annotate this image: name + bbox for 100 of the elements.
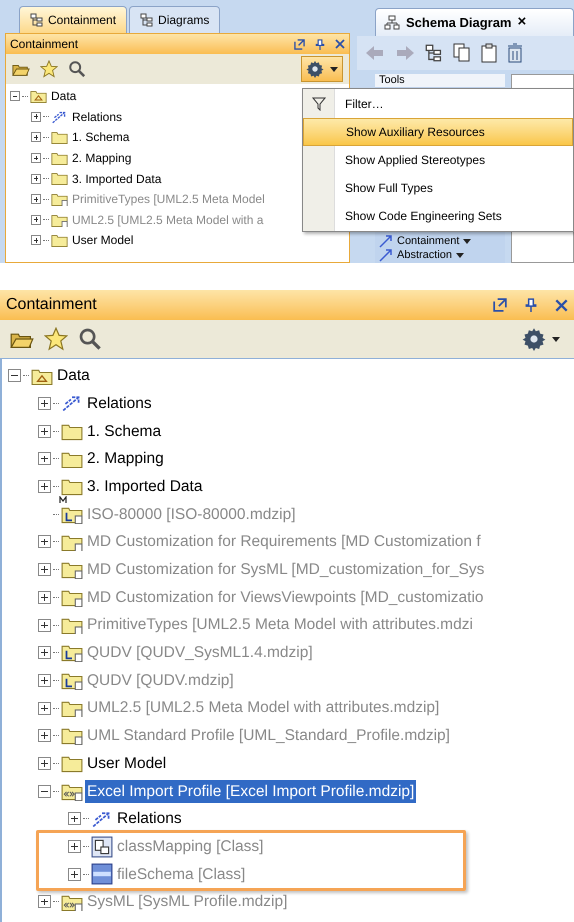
- tree-item[interactable]: MD Customization for SysML [MD_customization_for_Sys: [85, 558, 486, 582]
- tree-item[interactable]: Relations: [115, 807, 184, 830]
- tree-item[interactable]: PrimitiveTypes [UML2.5 Meta Model: [70, 190, 267, 208]
- diagram-tab-title: Schema Diagram: [406, 14, 512, 32]
- package-icon: [31, 366, 53, 386]
- tree-item[interactable]: 1. Schema: [85, 420, 164, 443]
- tree-item[interactable]: classMapping [Class]: [115, 834, 266, 858]
- folder-icon: [61, 754, 83, 773]
- expand-toggle[interactable]: [38, 756, 51, 770]
- menu-item[interactable]: Filter…: [303, 90, 573, 118]
- menu-item[interactable]: Show Auxiliary Resources: [303, 118, 573, 146]
- close-icon[interactable]: [335, 39, 345, 49]
- tree-item[interactable]: ISO-80000 [ISO-80000.mdzip]: [85, 502, 298, 526]
- collapse-toggle[interactable]: [8, 369, 21, 382]
- tree-item[interactable]: 1. Schema: [70, 128, 132, 146]
- palette-item[interactable]: Abstraction: [375, 248, 505, 262]
- tree-item[interactable]: Relations: [85, 392, 154, 416]
- expand-toggle[interactable]: [68, 812, 81, 826]
- tree-item[interactable]: SysML [SysML Profile.mdzip]: [85, 890, 290, 914]
- expand-toggle[interactable]: [31, 112, 41, 122]
- diagram-tab[interactable]: Schema Diagram ×: [375, 8, 574, 36]
- expand-toggle[interactable]: [38, 729, 51, 742]
- settings-menu-button[interactable]: [301, 56, 343, 82]
- caret-icon: [456, 252, 464, 258]
- tree-item[interactable]: UML Standard Profile [UML_Standard_Profile.mdzip]: [85, 724, 452, 748]
- expand-toggle[interactable]: [38, 424, 51, 438]
- expand-toggle[interactable]: [31, 214, 41, 225]
- expand-toggle[interactable]: [38, 895, 51, 908]
- tree-item[interactable]: QUDV [QUDV.mdzip]: [85, 668, 236, 692]
- menu-item[interactable]: Show Code Engineering Sets: [303, 202, 573, 230]
- palette-item[interactable]: Containment: [375, 234, 505, 248]
- expand-toggle[interactable]: [68, 868, 81, 881]
- undock-icon[interactable]: [493, 298, 507, 312]
- tree-item[interactable]: 3. Imported Data: [70, 170, 164, 188]
- expand-toggle[interactable]: [31, 235, 41, 246]
- expand-toggle[interactable]: [38, 397, 51, 410]
- tree-item[interactable]: 3. Imported Data: [85, 474, 204, 498]
- folder-icon: [51, 171, 68, 186]
- tree-item[interactable]: Excel Import Profile [Excel Import Profile.mdzip]: [85, 780, 416, 803]
- expand-toggle[interactable]: [31, 194, 41, 204]
- tree-item[interactable]: UML2.5 [UML2.5 Meta Model with attributes.mdzip]: [85, 696, 442, 720]
- expand-toggle[interactable]: [38, 452, 51, 466]
- tab-close[interactable]: ×: [518, 11, 526, 34]
- tree-item[interactable]: User Model: [85, 752, 168, 776]
- folder-icon: [61, 477, 83, 496]
- shared-package-icon: [61, 726, 83, 746]
- expand-toggle[interactable]: [31, 174, 41, 184]
- marker-icon: [59, 496, 67, 504]
- view-tab[interactable]: Diagrams: [129, 6, 220, 33]
- menu-item[interactable]: Show Full Types: [303, 174, 573, 202]
- menu-item[interactable]: Show Applied Stereotypes: [303, 146, 573, 174]
- relation-arrow-icon: [51, 110, 68, 124]
- expand-toggle[interactable]: [38, 702, 51, 715]
- diagram-icon: [384, 14, 400, 30]
- expand-toggle[interactable]: [38, 674, 51, 687]
- expand-toggle[interactable]: [68, 840, 81, 854]
- shared-package-icon: [51, 212, 68, 228]
- tree-item[interactable]: MD Customization for ViewsViewpoints [MD_customizatio: [85, 586, 486, 609]
- expand-toggle[interactable]: [38, 618, 51, 632]
- expand-toggle[interactable]: [38, 563, 51, 576]
- tree-item[interactable]: User Model: [70, 231, 136, 250]
- library-package-icon: [61, 504, 83, 524]
- tree-item[interactable]: PrimitiveTypes [UML2.5 Meta Model with attributes.mdzi: [85, 613, 475, 637]
- relation-arrow-icon: [379, 248, 393, 262]
- tree-item[interactable]: UML2.5 [UML2.5 Meta Model with a: [70, 210, 266, 229]
- star-icon[interactable]: [44, 327, 68, 351]
- tree-item[interactable]: fileSchema [Class]: [115, 862, 248, 886]
- view-tab[interactable]: Containment: [19, 6, 128, 33]
- library-package-icon: [61, 643, 83, 662]
- filter-icon: [312, 97, 326, 111]
- forward-arrow-icon: [395, 44, 415, 62]
- tree-item[interactable]: Data: [49, 87, 78, 106]
- shared-package-icon: [61, 560, 83, 579]
- close-icon[interactable]: [555, 298, 568, 312]
- trash-icon: [507, 43, 523, 63]
- pin-icon[interactable]: [315, 38, 325, 50]
- tree-item[interactable]: QUDV [QUDV_SysML1.4.mdzip]: [85, 641, 315, 664]
- expand-toggle[interactable]: [31, 153, 41, 164]
- folder-icon: [51, 233, 68, 248]
- caret-icon: [330, 66, 338, 72]
- search-icon[interactable]: [78, 327, 102, 351]
- expand-toggle[interactable]: [31, 132, 41, 142]
- tree-item[interactable]: 2. Mapping: [85, 447, 166, 471]
- expand-toggle[interactable]: [38, 590, 51, 604]
- collapse-toggle[interactable]: [10, 91, 20, 102]
- expand-toggle[interactable]: [38, 646, 51, 660]
- undock-icon[interactable]: [294, 38, 305, 50]
- tree-item[interactable]: 2. Mapping: [70, 149, 134, 168]
- package-icon: [30, 89, 47, 104]
- class-schema-icon: [91, 863, 113, 886]
- back-arrow-icon: [365, 44, 385, 62]
- expand-toggle[interactable]: [38, 535, 51, 548]
- tree-item[interactable]: Data: [55, 364, 92, 388]
- tree-item[interactable]: MD Customization for Requirements [MD Customization f: [85, 530, 483, 554]
- expand-toggle[interactable]: [38, 480, 51, 494]
- collapse-toggle[interactable]: [38, 784, 51, 798]
- search-icon[interactable]: [68, 60, 86, 78]
- tree-item[interactable]: Relations: [70, 108, 124, 126]
- star-icon[interactable]: [40, 60, 58, 78]
- pin-icon[interactable]: [525, 298, 537, 312]
